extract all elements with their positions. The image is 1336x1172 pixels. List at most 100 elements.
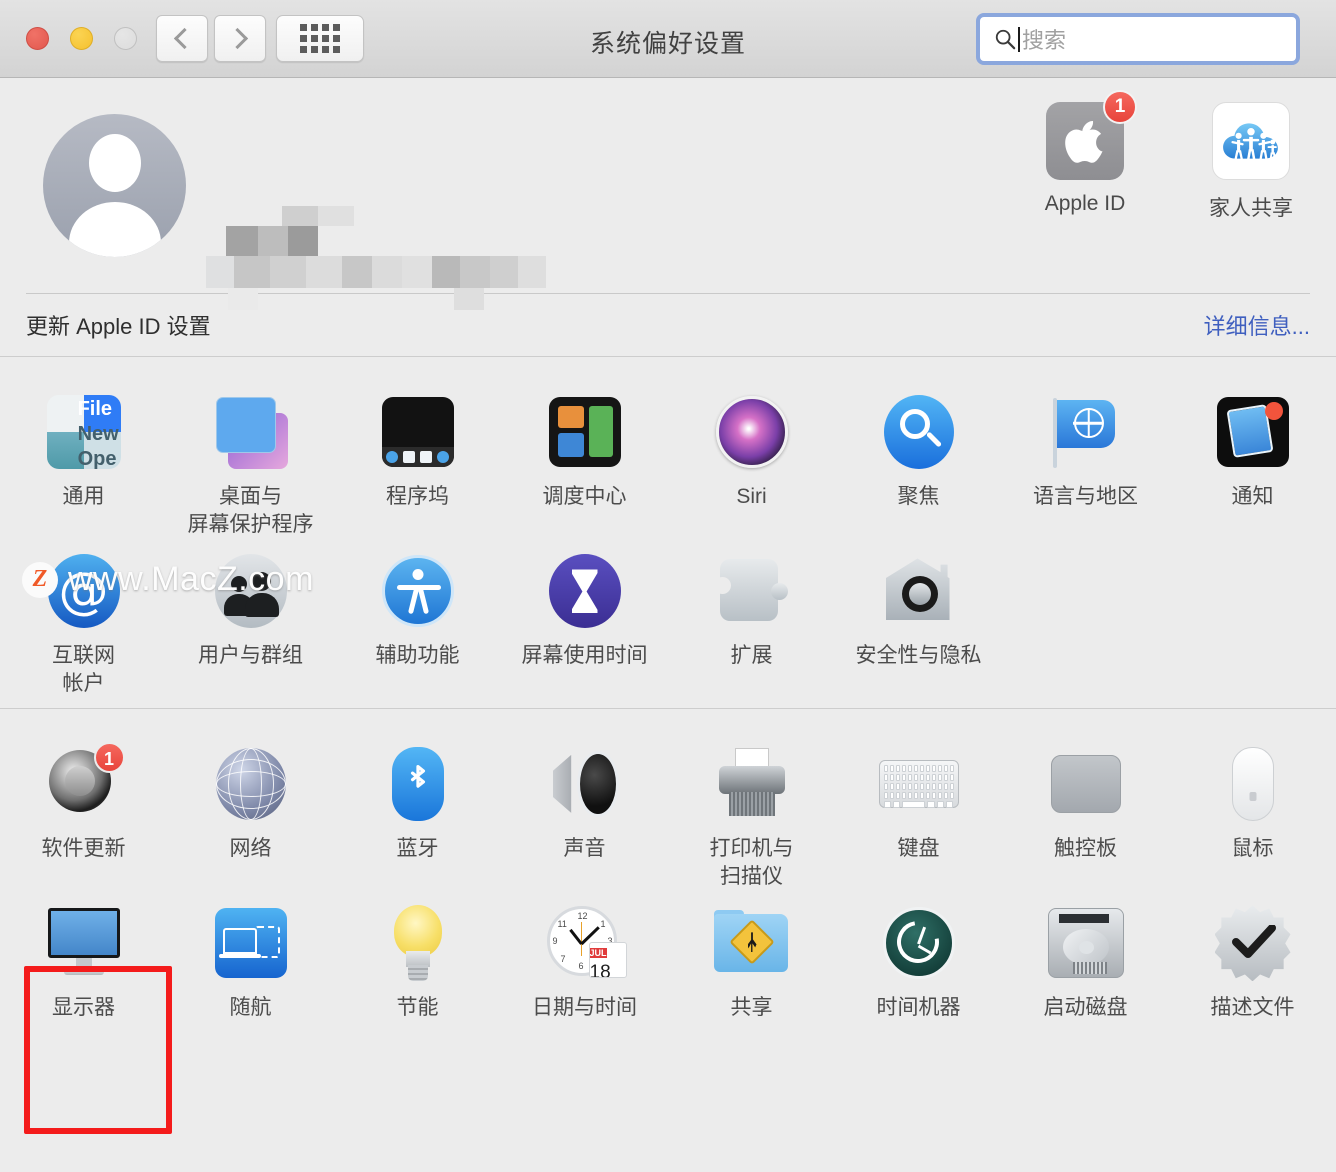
calendar-month: JUL [589, 948, 607, 959]
pref-sharing[interactable]: 共享 [668, 890, 835, 1040]
notifications-icon [1212, 391, 1294, 473]
pref-spotlight[interactable]: 聚焦 [835, 379, 1002, 538]
pref-date-time[interactable]: 12 1 3 5 6 7 9 11 JUL 18 [501, 890, 668, 1040]
pref-trackpad[interactable]: 触控板 [1002, 731, 1169, 890]
pref-desktop-screensaver[interactable]: 桌面与 屏幕保护程序 [167, 379, 334, 538]
apple-id-label: Apple ID [1044, 192, 1126, 215]
displays-icon [43, 902, 125, 984]
pref-siri[interactable]: Siri [668, 379, 835, 538]
internet-accounts-at-icon: @ [43, 550, 125, 632]
pref-dock[interactable]: 程序坞 [334, 379, 501, 538]
pref-screen-time[interactable]: 屏幕使用时间 [501, 538, 668, 697]
accessibility-icon [377, 550, 459, 632]
pref-label: 辅助功能 [375, 644, 460, 668]
pref-label: 网络 [229, 836, 272, 860]
pref-profiles[interactable]: 描述文件 [1169, 890, 1336, 1040]
pref-label: 扩展 [730, 644, 773, 668]
pref-label: 时间机器 [876, 996, 961, 1020]
software-update-badge: 1 [93, 741, 125, 773]
mouse-icon [1212, 743, 1294, 825]
keyboard-icon [878, 743, 960, 825]
pref-label: 键盘 [897, 836, 940, 860]
account-banner: 1 Apple ID 家人共享 [0, 78, 1336, 310]
personal-section: File New Ope 通用 桌面与 屏幕保护程序 程序坞 调度中心 Siri… [0, 357, 1336, 708]
pref-label: 软件更新 [41, 836, 126, 860]
avatar-body [68, 202, 161, 257]
pref-mission-control[interactable]: 调度中心 [501, 379, 668, 538]
family-sharing-tile[interactable] [1212, 102, 1290, 180]
pref-printers-scanners[interactable]: 打印机与 扫描仪 [668, 731, 835, 890]
sound-speaker-icon [544, 743, 626, 825]
text-cursor [1018, 26, 1020, 52]
pref-label: 桌面与 屏幕保护程序 [187, 485, 314, 536]
pref-label: Siri [736, 485, 767, 508]
pref-software-update[interactable]: 1 软件更新 [0, 731, 167, 890]
pref-security-privacy[interactable]: 安全性与隐私 [835, 538, 1002, 697]
pref-label: 显示器 [52, 996, 115, 1020]
pref-label: 打印机与 扫描仪 [709, 836, 794, 888]
pref-time-machine[interactable]: 时间机器 [835, 890, 1002, 1040]
pref-mouse[interactable]: 鼠标 [1169, 731, 1336, 890]
pref-label: 屏幕使用时间 [521, 644, 648, 668]
pref-label: 调度中心 [542, 485, 627, 508]
pref-label: 聚焦 [897, 485, 940, 508]
apple-id-update-row: 更新 Apple ID 设置 详细信息... [0, 294, 1336, 356]
pref-accessibility[interactable]: 辅助功能 [334, 538, 501, 697]
pref-network[interactable]: 网络 [167, 731, 334, 890]
pref-label: 随航 [229, 996, 272, 1020]
pref-extensions[interactable]: 扩展 [668, 538, 835, 697]
pref-users-groups[interactable]: 用户与群组 [167, 538, 334, 697]
family-sharing-item[interactable]: 家人共享 [1196, 102, 1306, 222]
title-bar: 系统偏好设置 搜索 [0, 0, 1336, 78]
update-message: 更新 Apple ID 设置 [26, 314, 211, 339]
personal-row-2: @ 互联网 帐户 用户与群组 辅助功能 屏幕使用时间 扩展 安全性与隐私 [0, 538, 1336, 697]
pref-label: 程序坞 [386, 485, 449, 508]
mission-control-icon [544, 391, 626, 473]
profiles-badge-icon [1212, 902, 1294, 984]
personal-row-1: File New Ope 通用 桌面与 屏幕保护程序 程序坞 调度中心 Siri… [0, 379, 1336, 538]
pref-notifications[interactable]: 通知 [1169, 379, 1336, 538]
pref-label: 日期与时间 [532, 996, 637, 1020]
account-quick-icons: 1 Apple ID 家人共享 [1030, 90, 1306, 222]
startup-disk-icon [1045, 902, 1127, 984]
dock-icon [377, 391, 459, 473]
search-icon [995, 29, 1016, 50]
pref-sidecar[interactable]: 随航 [167, 890, 334, 1040]
pref-sound[interactable]: 声音 [501, 731, 668, 890]
pref-label: 描述文件 [1210, 996, 1295, 1020]
energy-saver-bulb-icon [377, 902, 459, 984]
avatar[interactable] [43, 114, 186, 257]
pref-keyboard[interactable]: 键盘 [835, 731, 1002, 890]
pref-label: 互联网 帐户 [52, 644, 115, 696]
hardware-row-1: 1 软件更新 网络 蓝牙 声音 打印机与 扫描仪 键盘 触控板 鼠标 [0, 731, 1336, 890]
apple-id-item[interactable]: 1 Apple ID [1030, 90, 1140, 222]
pref-label: 语言与地区 [1033, 485, 1138, 508]
bluetooth-icon [377, 743, 459, 825]
apple-logo-icon [1065, 120, 1103, 163]
screen-time-hourglass-icon [544, 550, 626, 632]
apple-id-tile[interactable]: 1 [1046, 90, 1137, 180]
pref-general[interactable]: File New Ope 通用 [0, 379, 167, 538]
date-time-clock-icon: 12 1 3 5 6 7 9 11 JUL 18 [544, 902, 627, 984]
pref-label: 安全性与隐私 [855, 644, 982, 668]
account-name-redacted [206, 206, 546, 310]
general-icon: File New Ope [43, 391, 125, 473]
pref-language-region[interactable]: 语言与地区 [1002, 379, 1169, 538]
system-preferences-window: 系统偏好设置 搜索 1 Apple ID 家人共享 更新 Apple ID 设置… [0, 0, 1336, 1172]
pref-label: 共享 [730, 996, 773, 1020]
trackpad-icon [1045, 743, 1127, 825]
search-placeholder: 搜索 [1022, 28, 1067, 53]
pref-internet-accounts[interactable]: @ 互联网 帐户 [0, 538, 167, 697]
details-link[interactable]: 详细信息... [1204, 309, 1310, 341]
software-update-gear-icon: 1 [43, 741, 125, 825]
pref-bluetooth[interactable]: 蓝牙 [334, 731, 501, 890]
pref-label: 声音 [563, 836, 606, 860]
pref-startup-disk[interactable]: 启动磁盘 [1002, 890, 1169, 1040]
security-privacy-house-icon [878, 550, 960, 632]
search-field[interactable]: 搜索 [976, 13, 1300, 65]
pref-label: 通知 [1231, 485, 1274, 508]
pref-energy-saver[interactable]: 节能 [334, 890, 501, 1040]
pref-displays[interactable]: 显示器 [0, 890, 167, 1040]
pref-label: 通用 [62, 485, 105, 508]
time-machine-icon [878, 902, 960, 984]
